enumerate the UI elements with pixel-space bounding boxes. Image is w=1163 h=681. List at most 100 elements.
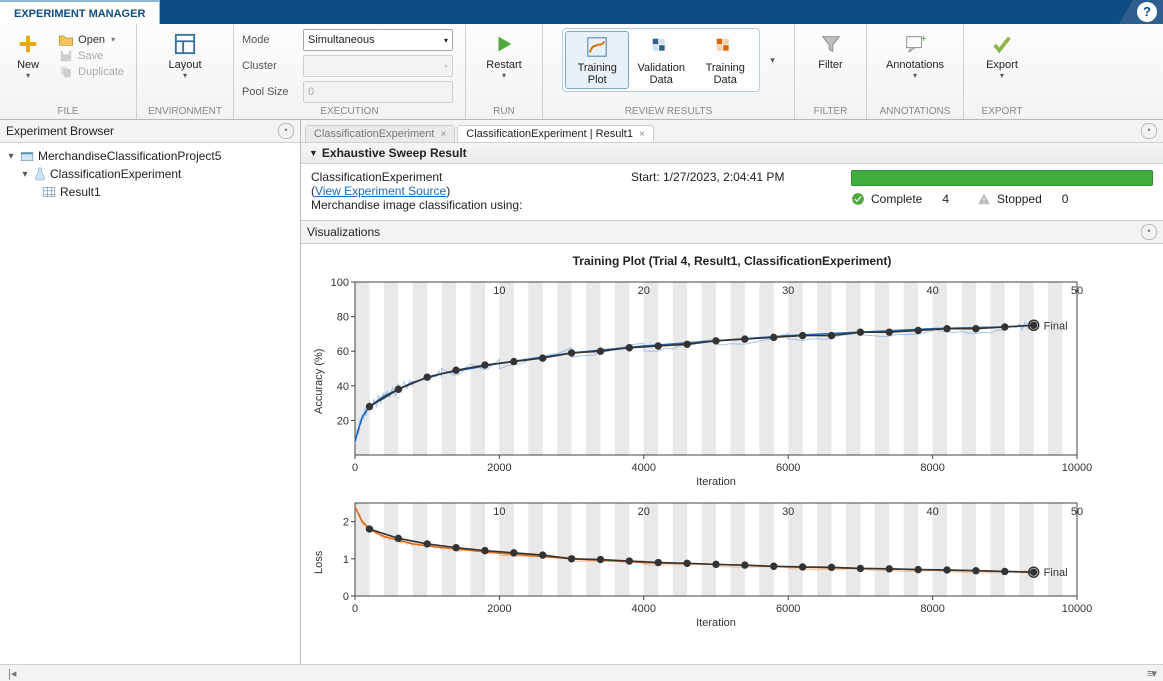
status-right-icon[interactable]: ≡▾: [1147, 667, 1155, 680]
experiment-name: ClassificationExperiment: [311, 170, 611, 184]
loss-chart: 01202000400060008000100001020304050Itera…: [327, 495, 1127, 630]
plus-icon: [15, 31, 41, 57]
svg-text:100: 100: [331, 277, 349, 289]
svg-text:10: 10: [493, 506, 505, 518]
group-annot-label: ANNOTATIONS: [875, 104, 955, 119]
group-review-label: REVIEW RESULTS: [551, 104, 786, 119]
chevron-down-icon: ▼: [309, 148, 318, 158]
svg-text:6000: 6000: [776, 603, 800, 615]
app-tab[interactable]: EXPERIMENT MANAGER: [0, 0, 160, 24]
group-run-label: RUN: [474, 104, 534, 119]
help-icon[interactable]: ?: [1137, 2, 1157, 22]
svg-text:30: 30: [782, 285, 794, 297]
svg-text:30: 30: [782, 506, 794, 518]
export-button[interactable]: Export ▾: [976, 28, 1028, 83]
confusion-matrix-icon: [648, 34, 674, 60]
save-icon: [58, 49, 74, 63]
close-icon[interactable]: ×: [440, 129, 446, 140]
svg-text:60: 60: [337, 346, 349, 358]
svg-text:10: 10: [493, 285, 505, 297]
panel-menu-icon[interactable]: •: [278, 123, 294, 139]
close-icon[interactable]: ×: [639, 129, 645, 140]
svg-text:20: 20: [638, 506, 650, 518]
annotation-icon: +: [902, 31, 928, 57]
status-complete-label: Complete: [871, 192, 922, 206]
toolstrip: New ▾ Open▾ Save: [0, 24, 1163, 120]
svg-text:40: 40: [926, 506, 938, 518]
experiment-tree: ▾ MerchandiseClassificationProject5 ▾ Cl…: [0, 143, 300, 205]
svg-text:20: 20: [337, 415, 349, 427]
poolsize-label: Pool Size: [242, 86, 297, 98]
svg-text:0: 0: [352, 462, 358, 474]
accuracy-ylabel: Accuracy (%): [311, 274, 327, 489]
play-icon: [491, 31, 517, 57]
svg-text:80: 80: [337, 312, 349, 324]
svg-text:8000: 8000: [920, 462, 944, 474]
svg-text:0: 0: [352, 603, 358, 615]
accuracy-chart: 20 40 60 80 100 0 2000 4000 6000 8000 10000 10 20 30 4…: [327, 274, 1127, 489]
funnel-icon: [818, 31, 844, 57]
group-env-label: ENVIRONMENT: [145, 104, 225, 119]
svg-text:Iteration: Iteration: [696, 617, 736, 629]
open-button[interactable]: Open▾: [58, 32, 115, 48]
training-plot-button[interactable]: Training Plot: [565, 31, 629, 89]
panel-menu-icon[interactable]: •: [1141, 224, 1157, 240]
group-export-label: EXPORT: [972, 104, 1032, 119]
mode-dropdown[interactable]: Simultaneous▾: [303, 29, 453, 51]
title-bar: EXPERIMENT MANAGER ?: [0, 0, 1163, 24]
mode-label: Mode: [242, 34, 297, 46]
duplicate-button: Duplicate: [58, 64, 124, 80]
tab-experiment[interactable]: ClassificationExperiment×: [305, 125, 455, 142]
svg-text:6000: 6000: [776, 462, 800, 474]
result-section-header[interactable]: ▼ Exhaustive Sweep Result: [301, 143, 1163, 164]
svg-text:20: 20: [638, 285, 650, 297]
svg-text:+: +: [921, 33, 927, 45]
tab-result[interactable]: ClassificationExperiment | Result1×: [457, 125, 654, 142]
tree-experiment[interactable]: ▾ ClassificationExperiment: [2, 165, 298, 183]
tabs-menu-icon[interactable]: •: [1141, 123, 1157, 139]
svg-text:10000: 10000: [1062, 462, 1093, 474]
svg-text:40: 40: [337, 381, 349, 393]
experiment-desc: Merchandise image classification using:: [311, 198, 611, 212]
svg-text:1: 1: [343, 554, 349, 566]
new-button[interactable]: New ▾: [8, 28, 48, 83]
status-stopped-label: Stopped: [997, 192, 1042, 206]
progress-bar: [851, 170, 1153, 186]
svg-text:Final: Final: [1044, 320, 1068, 332]
tree-result[interactable]: Result1: [2, 183, 298, 201]
svg-text:50: 50: [1071, 285, 1083, 297]
table-icon: [42, 186, 56, 198]
tree-project[interactable]: ▾ MerchandiseClassificationProject5: [2, 147, 298, 165]
svg-text:2: 2: [343, 517, 349, 529]
group-filter-label: FILTER: [803, 104, 858, 119]
annotations-button[interactable]: + Annotations ▾: [878, 28, 952, 83]
view-source-link[interactable]: View Experiment Source: [315, 184, 446, 198]
filter-button[interactable]: Filter: [807, 28, 855, 74]
check-icon: [989, 31, 1015, 57]
svg-text:2000: 2000: [487, 462, 511, 474]
validation-data-button[interactable]: Validation Data: [629, 31, 693, 89]
project-icon: [20, 150, 34, 162]
layout-icon: [172, 31, 198, 57]
save-button: Save: [58, 48, 103, 64]
warning-icon: [977, 192, 991, 206]
layout-button[interactable]: Layout ▾: [153, 28, 217, 83]
folder-open-icon: [58, 33, 74, 47]
status-left-icon[interactable]: |◂: [8, 667, 16, 680]
svg-text:4000: 4000: [632, 603, 656, 615]
svg-text:40: 40: [926, 285, 938, 297]
check-circle-icon: [851, 192, 865, 206]
loss-ylabel: Loss: [311, 495, 327, 630]
group-exec-label: EXECUTION: [242, 104, 457, 119]
svg-text:0: 0: [343, 591, 349, 603]
svg-text:4000: 4000: [632, 462, 656, 474]
cluster-label: Cluster: [242, 60, 297, 72]
visualizations-title: Visualizations: [307, 225, 380, 239]
confusion-matrix-icon: [712, 34, 738, 60]
duplicate-icon: [58, 65, 74, 79]
restart-button[interactable]: Restart ▾: [477, 28, 531, 83]
training-data-button[interactable]: Training Data: [693, 31, 757, 89]
svg-text:50: 50: [1071, 506, 1083, 518]
status-bar: |◂ ≡▾: [0, 664, 1163, 681]
svg-text:8000: 8000: [920, 603, 944, 615]
